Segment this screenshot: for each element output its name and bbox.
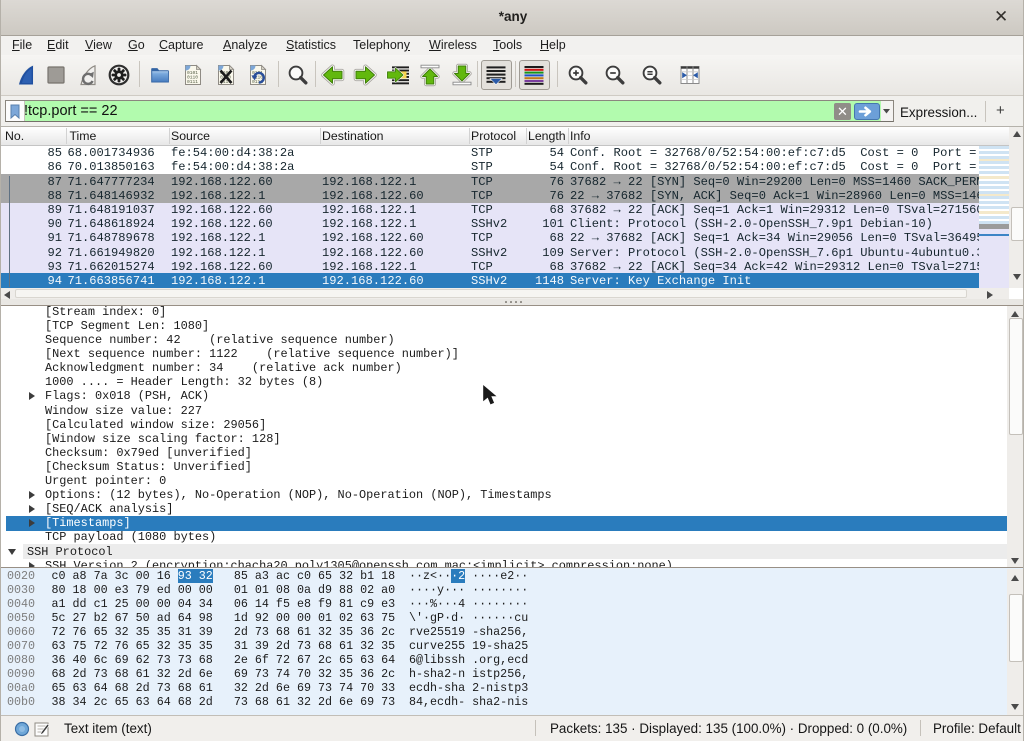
svg-text:0111: 0111 xyxy=(187,79,198,85)
